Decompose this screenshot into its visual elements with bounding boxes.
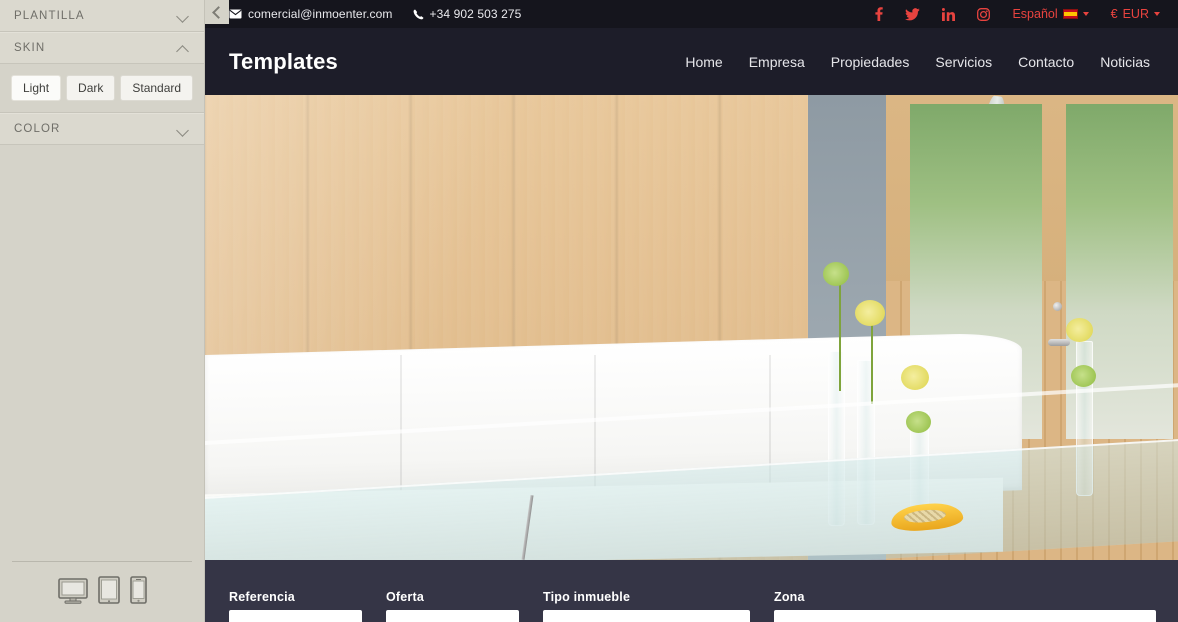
monitor-icon[interactable]: [57, 578, 88, 604]
nav-item-noticias[interactable]: Noticias: [1100, 54, 1150, 70]
search-label-zona: Zona: [774, 590, 805, 604]
hero-bench-seam: [399, 355, 402, 495]
device-preview-footer: [0, 561, 204, 622]
chevron-down-icon: [1082, 12, 1089, 16]
search-input-zona[interactable]: [774, 610, 1156, 622]
search-field-tipo-inmueble: Tipo inmueble: [543, 590, 750, 622]
phone-icon[interactable]: [129, 576, 147, 604]
currency-label: EUR: [1122, 7, 1149, 21]
chevron-down-icon: [177, 123, 190, 136]
website-preview: comercial@inmoenter.com +34 902 503 275: [205, 0, 1178, 622]
skin-button-standard[interactable]: Standard: [120, 75, 194, 101]
currency-symbol: €: [1110, 7, 1118, 21]
envelope-icon: [229, 9, 242, 19]
search-label-oferta: Oferta: [386, 590, 425, 604]
topbar-email-link[interactable]: comercial@inmoenter.com: [229, 7, 393, 21]
sidebar-section-plantilla-label: PLANTILLA: [14, 9, 85, 22]
chevron-left-icon: [212, 5, 225, 19]
search-field-oferta: Oferta: [386, 590, 519, 622]
nav-item-contacto[interactable]: Contacto: [1018, 54, 1074, 70]
topbar-phone-text: +34 902 503 275: [429, 7, 522, 21]
nav-item-home[interactable]: Home: [685, 54, 722, 70]
search-fields-row: Referencia Oferta Tipo inmueble Zona: [229, 560, 1156, 622]
sidebar-section-plantilla[interactable]: PLANTILLA: [0, 0, 204, 32]
topbar-phone-link[interactable]: +34 902 503 275: [413, 7, 522, 21]
skin-button-light[interactable]: Light: [11, 75, 62, 101]
skin-button-group: Light Dark Standard: [11, 75, 194, 101]
site-navbar: Templates Home Empresa Propiedades Servi…: [205, 28, 1178, 95]
search-input-oferta[interactable]: [386, 610, 519, 622]
instagram-icon[interactable]: [977, 7, 991, 21]
hero-flower-stem: [839, 281, 842, 391]
spain-flag-icon: [1062, 9, 1078, 19]
phone-icon: [413, 9, 423, 19]
property-search-bar: Referencia Oferta Tipo inmueble Zona: [205, 560, 1178, 622]
hero-image: [205, 95, 1178, 560]
search-label-referencia: Referencia: [229, 590, 295, 604]
site-topbar: comercial@inmoenter.com +34 902 503 275: [205, 0, 1178, 28]
nav-item-propiedades[interactable]: Propiedades: [831, 54, 910, 70]
main-navigation: Home Empresa Propiedades Servicios Conta…: [685, 54, 1158, 70]
twitter-icon[interactable]: [905, 7, 921, 21]
skin-options-panel: Light Dark Standard: [0, 64, 204, 113]
nav-item-empresa[interactable]: Empresa: [749, 54, 805, 70]
sidebar-section-color-label: COLOR: [14, 123, 61, 135]
topbar-utility-group: Español € EUR: [875, 7, 1160, 21]
hero-flower-bloom: [900, 364, 929, 390]
linkedin-icon[interactable]: [942, 7, 956, 21]
app-root: PLANTILLA SKIN Light Dark Standard COLOR: [0, 0, 1178, 622]
skin-button-dark[interactable]: Dark: [66, 75, 116, 101]
language-selector[interactable]: Español: [1012, 7, 1089, 21]
template-options-sidebar: PLANTILLA SKIN Light Dark Standard COLOR: [0, 0, 205, 622]
site-brand[interactable]: Templates: [229, 49, 338, 75]
sidebar-collapse-button[interactable]: [205, 0, 229, 24]
hero-door-handle: [1047, 339, 1070, 347]
hero-flower-bloom: [905, 411, 931, 434]
search-input-referencia[interactable]: [229, 610, 362, 622]
tablet-icon[interactable]: [97, 576, 120, 604]
hero-flower-bloom: [1070, 364, 1096, 387]
sidebar-section-color[interactable]: COLOR: [0, 113, 204, 145]
hero-flower-bloom: [854, 299, 885, 326]
currency-selector[interactable]: € EUR: [1111, 7, 1160, 21]
nav-item-servicios[interactable]: Servicios: [935, 54, 992, 70]
sidebar-section-skin-label: SKIN: [14, 42, 46, 54]
search-label-tipo-inmueble: Tipo inmueble: [543, 590, 631, 604]
sidebar-section-skin[interactable]: SKIN: [0, 32, 204, 64]
search-field-zona: Zona: [774, 590, 1156, 622]
chevron-down-icon: [1154, 12, 1160, 16]
footer-divider: [12, 561, 192, 562]
language-label: Español: [1012, 7, 1058, 21]
chevron-down-icon: [177, 9, 190, 22]
search-field-referencia: Referencia: [229, 590, 362, 622]
topbar-email-text: comercial@inmoenter.com: [248, 7, 393, 21]
facebook-icon[interactable]: [875, 7, 884, 21]
device-preview-buttons: [12, 576, 192, 610]
chevron-up-icon: [177, 42, 190, 55]
search-input-tipo-inmueble[interactable]: [543, 610, 750, 622]
topbar-contact-group: comercial@inmoenter.com +34 902 503 275: [229, 7, 521, 21]
